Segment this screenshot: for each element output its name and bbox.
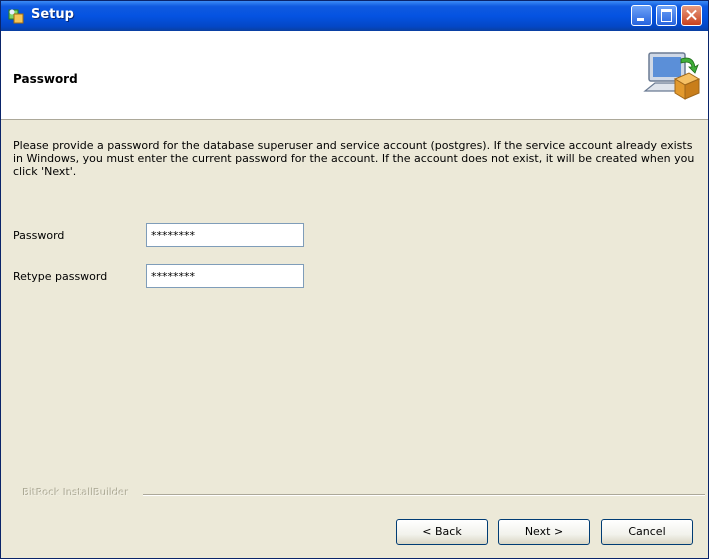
page-title: Password (13, 72, 78, 86)
setup-window: Setup Password Please provide a password… (0, 0, 709, 559)
next-button[interactable]: Next > (498, 519, 590, 545)
password-label: Password (13, 229, 65, 242)
description-text: Please provide a password for the databa… (13, 139, 695, 178)
minimize-icon[interactable] (631, 5, 652, 26)
setup-app-icon (8, 9, 24, 24)
maximize-icon[interactable] (656, 5, 677, 26)
header-panel: Password (1, 31, 708, 120)
retype-password-label: Retype password (13, 270, 108, 283)
close-icon[interactable] (681, 5, 702, 26)
retype-password-input[interactable] (146, 264, 304, 288)
computer-install-icon (643, 52, 701, 100)
title-bar[interactable]: Setup (1, 1, 708, 31)
cancel-button[interactable]: Cancel (601, 519, 693, 545)
back-button[interactable]: < Back (396, 519, 488, 545)
window-title: Setup (31, 7, 74, 22)
footer-separator (143, 494, 705, 496)
password-input[interactable] (146, 223, 304, 247)
installer-brand-label: BitRock InstallBuilder (23, 488, 130, 499)
